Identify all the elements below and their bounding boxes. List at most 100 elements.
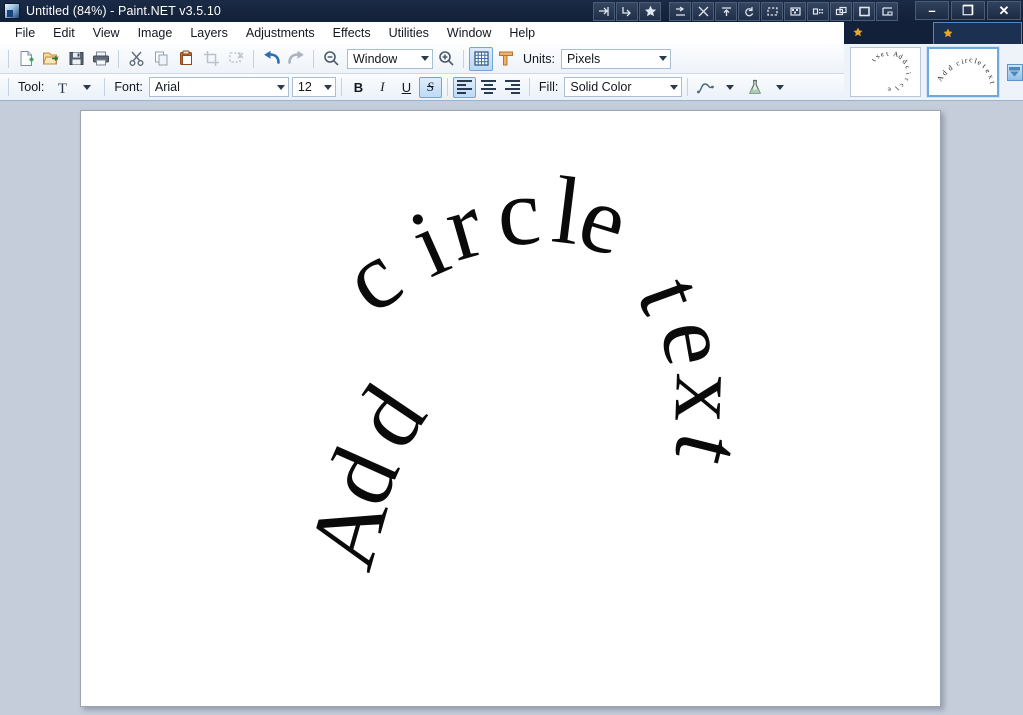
document-tab-strip [844, 22, 1023, 44]
menu-item-effects[interactable]: Effects [324, 24, 380, 42]
document-thumbnail-2[interactable]: A d d c i r c l e t e x t [927, 47, 998, 97]
units-value: Pixels [567, 52, 600, 66]
text-tool-icon[interactable]: T [50, 75, 74, 99]
strikethrough-button[interactable]: S [419, 77, 442, 98]
svg-text:l: l [893, 85, 900, 92]
menu-item-edit[interactable]: Edit [44, 24, 84, 42]
menu-item-image[interactable]: Image [129, 24, 182, 42]
cascade-icon[interactable] [830, 2, 852, 21]
chevron-down-icon [670, 85, 678, 90]
menu-item-adjustments[interactable]: Adjustments [237, 24, 324, 42]
crop-to-selection-icon[interactable] [199, 47, 223, 71]
font-label: Font: [114, 80, 143, 94]
font-family-value: Arial [155, 80, 180, 94]
menu-item-window[interactable]: Window [438, 24, 500, 42]
fill-value: Solid Color [570, 80, 631, 94]
copy-icon[interactable] [149, 47, 173, 71]
move-top-icon[interactable] [715, 2, 737, 21]
chevron-down-icon [659, 56, 667, 61]
document-thumbnail-1[interactable]: t x e t A d d c i r c l e [850, 47, 921, 97]
font-size-combo[interactable]: 12 [292, 77, 336, 97]
open-icon[interactable] [39, 47, 63, 71]
chevron-down-icon [83, 85, 91, 90]
canvas-workspace: A d d c i r c l e t e x t [0, 101, 1023, 715]
bold-button[interactable]: B [347, 77, 370, 98]
menu-item-view[interactable]: View [84, 24, 129, 42]
menu-item-file[interactable]: File [6, 24, 44, 42]
document-tab-2[interactable] [933, 22, 1022, 44]
tool-label: Tool: [18, 80, 44, 94]
font-family-combo[interactable]: Arial [149, 77, 289, 97]
antialiasing-icon[interactable] [693, 75, 717, 99]
restore-region-icon[interactable] [876, 2, 898, 21]
align-center-icon[interactable] [477, 77, 500, 98]
arc-char: c [493, 157, 545, 267]
italic-label: I [380, 79, 384, 95]
bold-label: B [354, 80, 363, 95]
arc-char: x [654, 372, 763, 424]
cut-icon[interactable] [124, 47, 148, 71]
undo-icon[interactable] [259, 47, 283, 71]
pin-window-icon[interactable] [593, 2, 615, 21]
chevron-down-icon [776, 85, 784, 90]
rulers-icon[interactable] [494, 47, 518, 71]
svg-text:r: r [903, 78, 911, 82]
title-bar: Untitled (84%) - Paint.NET v3.5.10 [0, 0, 1023, 22]
chevron-down-icon [421, 56, 429, 61]
antialiasing-dropdown-button[interactable] [718, 75, 742, 99]
maximize-region-icon[interactable] [853, 2, 875, 21]
svg-text:c: c [898, 82, 907, 89]
shrink-icon[interactable] [692, 2, 714, 21]
paste-icon[interactable] [174, 47, 198, 71]
transparency-icon[interactable] [784, 2, 806, 21]
menu-item-utilities[interactable]: Utilities [380, 24, 438, 42]
tool-dropdown-button[interactable] [75, 75, 99, 99]
blend-mode-dropdown-button[interactable] [768, 75, 792, 99]
rotate-icon[interactable] [738, 2, 760, 21]
image-canvas[interactable]: A d d c i r c l e t e x t [80, 110, 941, 707]
maximize-button[interactable]: ❐ [951, 1, 985, 20]
align-right-icon[interactable] [501, 77, 524, 98]
svg-text:c: c [969, 55, 974, 64]
document-tab-1[interactable] [844, 22, 933, 44]
more-documents-icon[interactable] [1007, 64, 1023, 81]
fill-combo[interactable]: Solid Color [564, 77, 682, 97]
favorite-star-icon[interactable] [639, 2, 661, 21]
blend-mode-flask-icon[interactable] [743, 75, 767, 99]
print-icon[interactable] [89, 47, 113, 71]
svg-text:t: t [885, 50, 890, 58]
zoom-out-icon[interactable] [319, 47, 343, 71]
units-combo[interactable]: Pixels [561, 49, 671, 69]
chevron-down-icon [324, 85, 332, 90]
menu-bar: File Edit View Image Layers Adjustments … [0, 22, 844, 44]
menu-item-help[interactable]: Help [500, 24, 544, 42]
window-title: Untitled (84%) - Paint.NET v3.5.10 [26, 4, 221, 18]
redo-icon[interactable] [284, 47, 308, 71]
close-button[interactable]: ✕ [987, 1, 1021, 20]
thumbnail-preview-2: A d d c i r c l e t e x t [929, 49, 998, 95]
canvas-artwork: A d d c i r c l e t e x t [81, 111, 940, 706]
units-label: Units: [523, 52, 555, 66]
menu-item-layers[interactable]: Layers [181, 24, 237, 42]
toolbar-separator [8, 50, 9, 68]
underline-button[interactable]: U [395, 77, 418, 98]
align-bottom-icon[interactable] [669, 2, 691, 21]
new-icon[interactable] [14, 47, 38, 71]
tile-small-icon[interactable] [807, 2, 829, 21]
zoom-in-icon[interactable] [434, 47, 458, 71]
save-icon[interactable] [64, 47, 88, 71]
toolbar-separator [8, 78, 9, 96]
select-region-icon[interactable] [761, 2, 783, 21]
deselect-icon[interactable] [224, 47, 248, 71]
align-left-icon[interactable] [453, 77, 476, 98]
zoom-level-combo[interactable]: Window [347, 49, 433, 69]
svg-text:T: T [58, 81, 67, 95]
svg-text:d: d [946, 63, 955, 73]
pixel-grid-icon[interactable] [469, 47, 493, 71]
send-to-back-icon[interactable] [616, 2, 638, 21]
star-icon [852, 27, 864, 39]
arc-text-group: A d d c i r c l e t e x t [286, 156, 764, 580]
minimize-button[interactable]: – [915, 1, 949, 20]
italic-button[interactable]: I [371, 77, 394, 98]
arc-char: e [640, 312, 753, 373]
